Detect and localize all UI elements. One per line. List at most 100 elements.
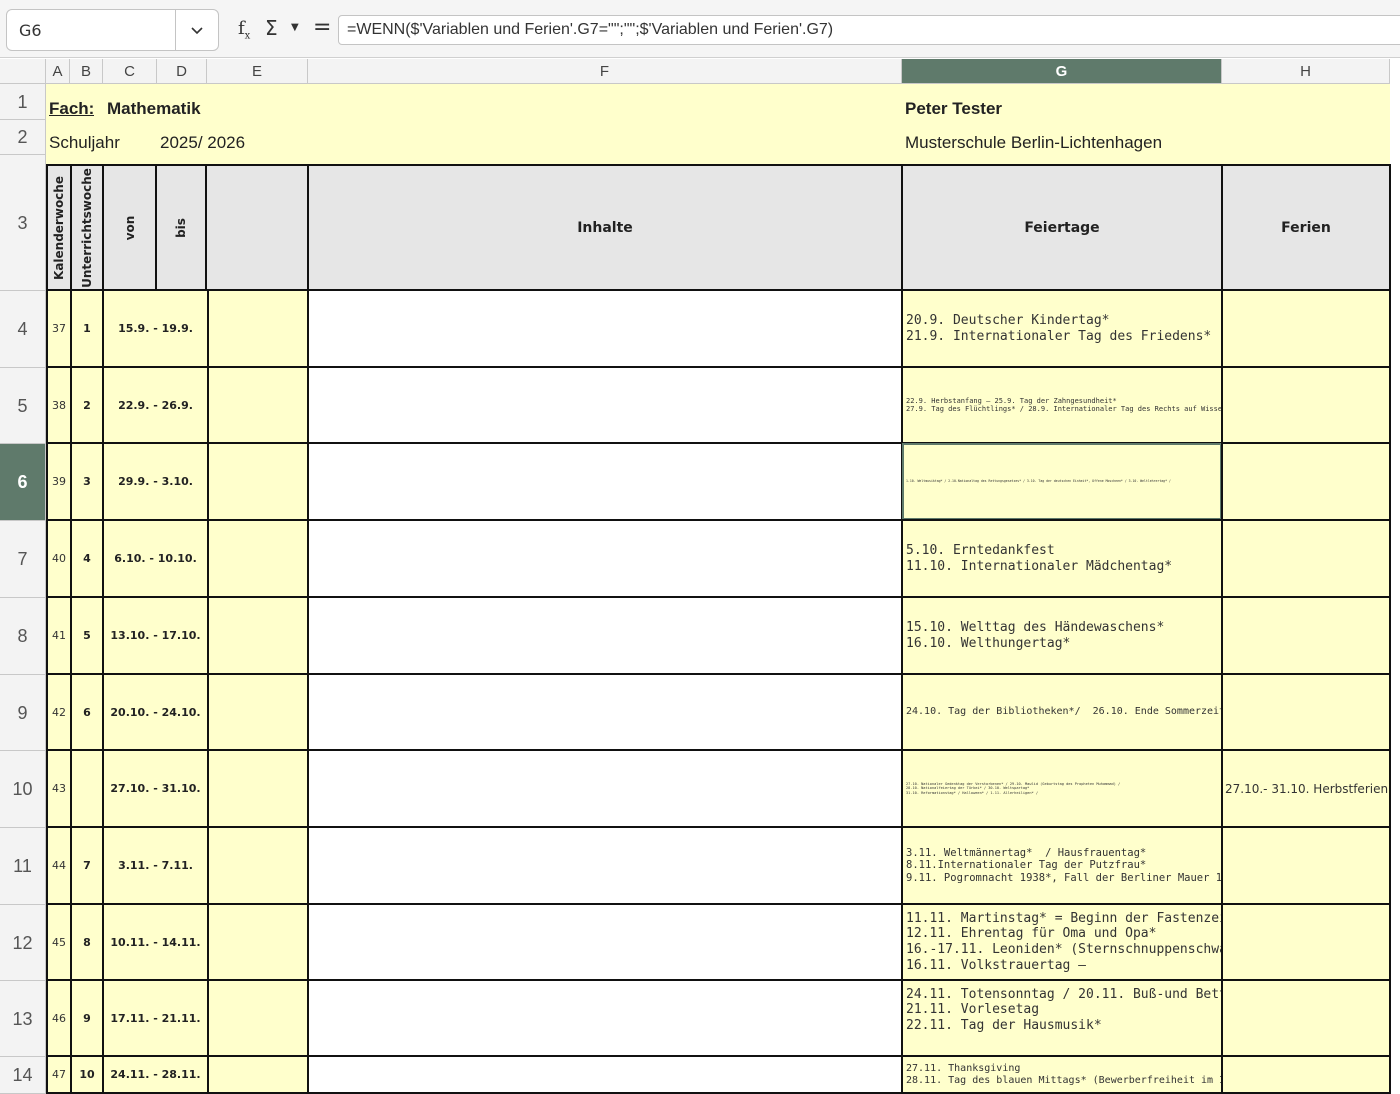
column-header-d[interactable]: D [157, 59, 207, 84]
column-header-f[interactable]: F [308, 59, 902, 84]
name-box[interactable]: G6 [6, 9, 219, 51]
uw-cell[interactable]: 4 [70, 519, 104, 598]
column-header-a[interactable]: A [46, 59, 70, 84]
inhalte-cell[interactable] [307, 826, 903, 905]
ferien-cell[interactable] [1221, 1055, 1391, 1094]
schuljahr-label[interactable]: Schuljahr [49, 133, 120, 153]
row-header-2[interactable]: 2 [0, 120, 46, 155]
inhalte-cell[interactable] [307, 289, 903, 368]
uw-cell[interactable]: 7 [70, 826, 104, 905]
row-header-13[interactable]: 13 [0, 981, 46, 1057]
ferien-cell[interactable] [1221, 366, 1391, 444]
sheet-grid[interactable]: Fach: Mathematik Schuljahr 2025/ 2026 Pe… [46, 84, 1391, 1094]
kw-cell[interactable]: 44 [46, 826, 72, 905]
dates-cell[interactable]: 13.10. - 17.10. [102, 596, 209, 675]
feiertage-cell[interactable]: 20.9. Deutscher Kindertag* 21.9. Interna… [901, 289, 1223, 368]
formula-text[interactable]: =WENN($'Variablen und Ferien'.G7="";"";$… [347, 21, 833, 39]
row-header-6[interactable]: 6 [0, 444, 46, 521]
row-header-7[interactable]: 7 [0, 521, 46, 598]
ferien-cell[interactable] [1221, 903, 1391, 981]
e-cell[interactable] [207, 519, 309, 598]
row-header-10[interactable]: 10 [0, 751, 46, 828]
kw-cell[interactable]: 40 [46, 519, 72, 598]
feiertage-cell[interactable]: 3.11. Weltmännertag* / Hausfrauentag* 8.… [901, 826, 1247, 905]
chevron-down-icon[interactable] [189, 22, 205, 38]
equals-icon[interactable]: = [313, 15, 331, 40]
e-cell[interactable] [207, 979, 309, 1057]
feiertage-cell[interactable]: 24.10. Tag der Bibliotheken*/ 26.10. End… [901, 673, 1237, 751]
blank-header[interactable] [205, 164, 309, 291]
kw-cell[interactable]: 46 [46, 979, 72, 1057]
row-header-3[interactable]: 3 [0, 155, 46, 291]
dates-cell[interactable]: 10.11. - 14.11. [102, 903, 209, 981]
feiertage-header[interactable]: Feiertage [901, 164, 1223, 291]
inhalte-cell[interactable] [307, 596, 903, 675]
uw-cell[interactable]: 5 [70, 596, 104, 675]
dates-cell[interactable]: 24.11. - 28.11. [102, 1055, 209, 1094]
row-header-9[interactable]: 9 [0, 675, 46, 751]
row-header-14[interactable]: 14 [0, 1057, 46, 1094]
kw-cell[interactable]: 39 [46, 442, 72, 521]
select-all-corner[interactable] [0, 59, 46, 84]
uw-cell[interactable]: 2 [70, 366, 104, 444]
ferien-cell[interactable] [1221, 442, 1391, 521]
inhalte-cell[interactable] [307, 1055, 903, 1094]
ferien-cell[interactable]: 27.10.- 31.10. Herbstferien [1221, 749, 1391, 828]
column-header-e[interactable]: E [207, 59, 308, 84]
fach-label[interactable]: Fach: [49, 99, 94, 119]
ferien-cell[interactable] [1221, 673, 1391, 751]
row-header-8[interactable]: 8 [0, 598, 46, 675]
row-header-4[interactable]: 4 [0, 291, 46, 368]
uw-cell[interactable]: 6 [70, 673, 104, 751]
kw-cell[interactable]: 47 [46, 1055, 72, 1094]
uw-cell[interactable]: 1 [70, 289, 104, 368]
sigma-icon[interactable]: Σ [265, 16, 278, 40]
uw-cell[interactable]: 3 [70, 442, 104, 521]
e-cell[interactable] [207, 289, 309, 368]
kw-cell[interactable]: 38 [46, 366, 72, 444]
inhalte-cell[interactable] [307, 749, 903, 828]
feiertage-cell[interactable]: 24.11. Totensonntag / 20.11. Buß-und Bet… [901, 979, 1243, 1057]
ferien-cell[interactable] [1221, 979, 1391, 1057]
inhalte-cell[interactable] [307, 366, 903, 444]
inhalte-cell[interactable] [307, 442, 903, 521]
unterrichtswoche-header[interactable]: Unterrichtswoche [70, 164, 104, 291]
row-header-1[interactable]: 1 [0, 84, 46, 120]
inhalte-cell[interactable] [307, 519, 903, 598]
kalenderwoche-header[interactable]: Kalenderwoche [46, 164, 72, 291]
dates-cell[interactable]: 6.10. - 10.10. [102, 519, 209, 598]
sum-dropdown-icon[interactable]: ▼ [291, 22, 299, 33]
uw-cell[interactable]: 8 [70, 903, 104, 981]
von-header[interactable]: von [102, 164, 157, 291]
dates-cell[interactable]: 17.11. - 21.11. [102, 979, 209, 1057]
inhalte-cell[interactable] [307, 903, 903, 981]
uw-cell[interactable]: 10 [70, 1055, 104, 1094]
e-cell[interactable] [207, 903, 309, 981]
feiertage-cell[interactable]: 1.10. Weltmusiktag* / 2.10.Nationaltag d… [901, 442, 1223, 521]
e-cell[interactable] [207, 366, 309, 444]
feiertage-cell[interactable]: 5.10. Erntedankfest 11.10. International… [901, 519, 1223, 598]
bis-header[interactable]: bis [155, 164, 207, 291]
dates-cell[interactable]: 20.10. - 24.10. [102, 673, 209, 751]
ferien-cell[interactable] [1221, 289, 1391, 368]
feiertage-cell[interactable]: 27.10. Nationaler Gedenktag der Verstorb… [901, 749, 1223, 828]
row-header-5[interactable]: 5 [0, 368, 46, 444]
column-header-g[interactable]: G [902, 59, 1222, 84]
dates-cell[interactable]: 15.9. - 19.9. [102, 289, 209, 368]
dates-cell[interactable]: 29.9. - 3.10. [102, 442, 209, 521]
feiertage-cell[interactable]: 22.9. Herbstanfang – 25.9. Tag der Zahng… [901, 366, 1239, 444]
ferien-header[interactable]: Ferien [1221, 164, 1391, 291]
fach-value[interactable]: Mathematik [107, 99, 201, 119]
inhalte-cell[interactable] [307, 673, 903, 751]
column-header-b[interactable]: B [70, 59, 103, 84]
school-name[interactable]: Musterschule Berlin-Lichtenhagen [905, 133, 1162, 153]
kw-cell[interactable]: 43 [46, 749, 72, 828]
schuljahr-value[interactable]: 2025/ 2026 [160, 133, 245, 153]
ferien-cell[interactable] [1221, 519, 1391, 598]
uw-cell[interactable] [70, 749, 104, 828]
dates-cell[interactable]: 22.9. - 26.9. [102, 366, 209, 444]
kw-cell[interactable]: 45 [46, 903, 72, 981]
e-cell[interactable] [207, 596, 309, 675]
feiertage-cell[interactable]: 27.11. Thanksgiving 28.11. Tag des blaue… [901, 1055, 1273, 1094]
kw-cell[interactable]: 41 [46, 596, 72, 675]
